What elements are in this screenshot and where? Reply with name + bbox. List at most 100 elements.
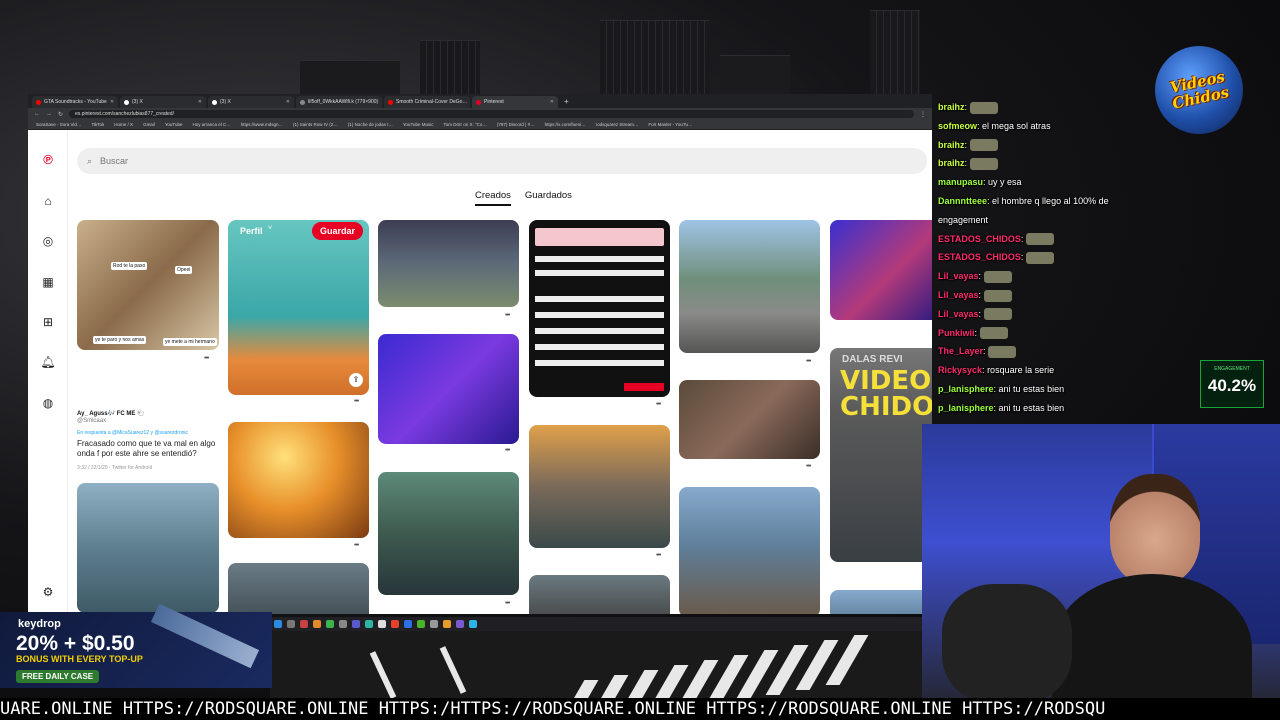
explore-icon[interactable]: ◎ [40,233,56,249]
chat-username[interactable]: sofmeow [938,121,977,131]
pin-comic-bottom[interactable] [830,590,932,614]
more-options-icon[interactable]: ••• [656,401,661,408]
bookmark-item[interactable]: SoraSave - Sora Vid… [36,122,81,127]
save-button[interactable]: Guardar [312,222,364,240]
chat-username[interactable]: ESTADOS_CHIDOS [938,234,1021,244]
browser-tab-active[interactable]: Pinterest ✕ [472,96,558,108]
start-icon[interactable] [274,620,282,628]
chat-username[interactable]: ESTADOS_CHIDOS [938,252,1021,262]
bookmark-item[interactable]: (1) Noche de jodas t… [348,122,393,127]
notifications-icon[interactable]: 🔔︎ [40,354,56,370]
more-options-icon[interactable]: ••• [354,398,359,405]
bookmark-item[interactable]: Gmail [143,122,155,127]
chat-username[interactable]: The_Layer [938,346,983,356]
extensions-icon[interactable]: ⋮ [920,111,926,118]
chat-username[interactable]: Rickysyck [938,365,982,375]
chat-username[interactable]: Punkiwii [938,328,975,338]
pin-comic-characters[interactable] [529,425,670,548]
pin-dalas-review-thumbnail[interactable]: DALAS REVI VIDEO CHIDOS [830,348,932,562]
taskbar-app-icon[interactable] [456,620,464,628]
taskbar-app-icon[interactable] [469,620,477,628]
more-options-icon[interactable]: ••• [656,552,661,559]
pin-form-screenshot[interactable] [529,220,670,397]
pinterest-logo-icon[interactable]: ℗ [40,152,56,168]
chat-username[interactable]: Lil_vayas [938,271,979,281]
pin-spongebob[interactable]: Perfil ˅ Guardar ⇪ [228,220,369,395]
pin-comic-street[interactable] [228,563,369,614]
reload-icon[interactable]: ↻ [58,111,63,118]
close-icon[interactable]: ✕ [550,99,554,105]
taskbar-app-icon[interactable] [443,620,451,628]
bookmark-item[interactable]: https://x.com/fueni… [545,122,586,127]
taskbar-app-icon[interactable] [417,620,425,628]
search-input[interactable]: Buscar [100,156,128,166]
pin-comic-panel[interactable] [529,575,670,614]
chat-username[interactable]: Lil_vayas [938,290,979,300]
search-bar[interactable]: ⌕ Buscar [77,148,927,174]
chat-username[interactable]: Dannntteee [938,196,987,206]
ad-cta[interactable]: FREE DAILY CASE [16,670,100,683]
browser-tab[interactable]: GTA Soundtracks - YouTube ✕ [32,96,118,108]
taskbar-app-icon[interactable] [391,620,399,628]
messages-icon[interactable]: ◍ [40,395,56,411]
more-options-icon[interactable]: ••• [505,600,510,607]
pin-kitchen-scene[interactable] [378,220,519,307]
pin-caricature-comic[interactable]: Rod te la paso Opeei ye te paro y nos am… [77,220,219,350]
back-icon[interactable]: ← [34,111,40,117]
bookmark-item[interactable]: https://www.mdsgn… [241,122,283,127]
more-options-icon[interactable]: ••• [505,312,510,319]
bookmark-item[interactable]: rodsquarez Stream… [596,122,639,127]
taskbar-app-icon[interactable] [313,620,321,628]
bookmark-item[interactable]: Tom Dörr on X: "Co… [444,122,487,127]
pin-surprised-streamer[interactable] [679,380,820,459]
chat-username[interactable]: p_lanisphere [938,384,994,394]
taskbar-app-icon[interactable] [365,620,373,628]
keydrop-ad-banner[interactable]: keydrop 20% + $0.50 BONUS WITH EVERY TOP… [0,603,272,688]
taskbar-app-icon[interactable] [326,620,334,628]
taskbar-app-icon[interactable] [339,620,347,628]
bookmark-item[interactable]: Fort Master - YouTu… [648,122,692,127]
taskbar-app-icon[interactable] [378,620,386,628]
pin-comic-city-chase[interactable] [679,487,820,614]
bookmark-item[interactable]: TikTok [91,122,104,127]
taskbar-app-icon[interactable] [404,620,412,628]
create-icon[interactable]: ⊞ [40,314,56,330]
profile-dropdown[interactable]: Perfil [240,226,263,236]
taskbar-app-icon[interactable] [287,620,295,628]
browser-tab[interactable]: Smooth Criminal-Cover DeGo…✕ [384,96,470,108]
tab-saved[interactable]: Guardados [525,190,572,206]
pin-motorcycle-rider[interactable] [679,220,820,353]
bookmark-item[interactable]: (787) Discord | #… [497,122,535,127]
new-tab-button[interactable]: + [564,96,569,108]
chat-username[interactable]: p_lanisphere [938,403,994,413]
pin-tweet-screenshot[interactable]: Ay_ Aguss🎶 FC ME 🐑 @Smlcaax En respuesta… [77,410,219,492]
pin-comic-helicopter[interactable] [77,483,219,613]
close-icon[interactable]: ✕ [286,99,290,105]
more-options-icon[interactable]: ••• [806,463,811,470]
browser-tab[interactable]: (3) X ✕ [208,96,294,108]
bookmark-item[interactable]: Home / X [114,122,133,127]
close-icon[interactable]: ✕ [381,99,382,105]
bookmark-item[interactable]: Hoy arranca el C… [193,122,231,127]
taskbar-app-icon[interactable] [430,620,438,628]
share-icon[interactable]: ⇪ [349,373,363,387]
settings-gear-icon[interactable]: ⚙ [40,584,56,600]
pin-comic-pages[interactable] [378,472,519,595]
more-options-icon[interactable]: ••• [505,447,510,454]
browser-tab[interactable]: lif5off_0WkkAAWlfi.k (779×900)✕ [296,96,382,108]
bookmark-item[interactable]: YouTube [165,122,183,127]
more-options-icon[interactable]: ••• [204,355,209,362]
tab-created[interactable]: Creados [475,190,511,206]
chat-username[interactable]: braihz [938,140,965,150]
more-options-icon[interactable]: ••• [806,358,811,365]
pin-guy-holding-card[interactable] [378,334,519,444]
home-icon[interactable]: ⌂ [40,193,56,209]
more-options-icon[interactable]: ••• [354,542,359,549]
chat-username[interactable]: braihz [938,102,965,112]
taskbar-app-icon[interactable] [300,620,308,628]
taskbar-app-icon[interactable] [352,620,360,628]
boards-icon[interactable]: ▦ [40,274,56,290]
chat-username[interactable]: manupasu [938,177,983,187]
chat-username[interactable]: Lil_vayas [938,309,979,319]
close-icon[interactable]: ✕ [110,99,114,105]
